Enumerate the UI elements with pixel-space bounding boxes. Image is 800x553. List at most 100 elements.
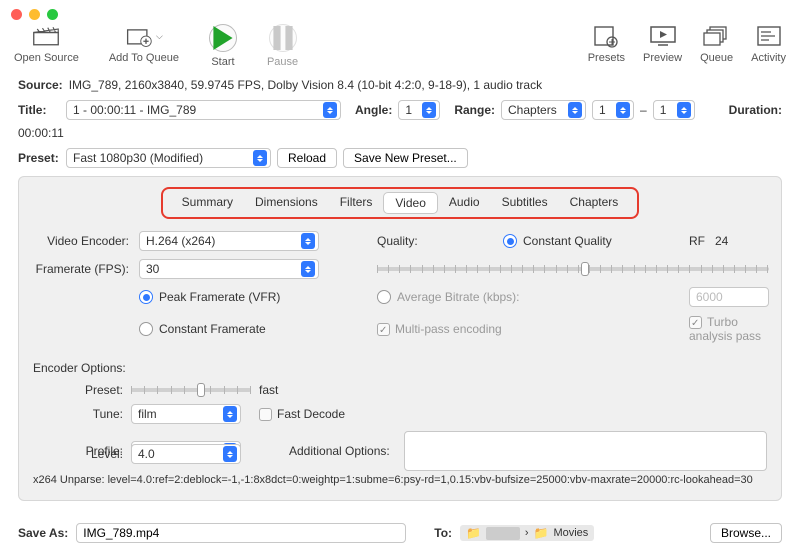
range-from-select[interactable]: 1	[592, 100, 634, 120]
constant-framerate-radio[interactable]: Constant Framerate	[139, 322, 319, 336]
save-as-input[interactable]	[76, 523, 406, 543]
path-folder-name: Movies	[553, 527, 588, 539]
enc-preset-label: Preset:	[33, 383, 123, 397]
slider-thumb[interactable]	[581, 262, 589, 276]
to-label: To:	[434, 526, 452, 540]
radio-on-icon	[139, 290, 153, 304]
radio-off-icon	[377, 290, 391, 304]
window-traffic-lights	[0, 0, 800, 20]
framerate-label: Framerate (FPS):	[33, 262, 133, 276]
start-label: Start	[211, 56, 234, 68]
preview-button[interactable]: Preview	[643, 24, 682, 64]
range-type-select[interactable]: Chapters	[501, 100, 586, 120]
source-label: Source:	[18, 78, 63, 92]
save-new-preset-button[interactable]: Save New Preset...	[343, 148, 468, 168]
play-icon	[209, 24, 237, 52]
updown-icon	[677, 102, 691, 118]
duration-label: Duration:	[729, 103, 782, 117]
presets-icon	[592, 24, 620, 48]
tab-filters[interactable]: Filters	[329, 192, 384, 214]
queue-button[interactable]: Queue	[700, 24, 733, 64]
check-icon	[689, 316, 702, 329]
level-label: Level:	[33, 447, 123, 461]
folder-icon: 📁	[533, 526, 548, 540]
stack-icon	[703, 24, 731, 48]
tune-label: Tune:	[33, 407, 123, 421]
pause-label: Pause	[267, 56, 298, 68]
updown-icon	[223, 406, 237, 422]
tab-audio[interactable]: Audio	[438, 192, 491, 214]
radio-on-icon	[503, 234, 517, 248]
x264-unparse-text: x264 Unparse: level=4.0:ref=2:deblock=-1…	[33, 474, 767, 486]
presets-button[interactable]: Presets	[588, 24, 625, 64]
activity-icon	[755, 24, 783, 48]
constant-quality-radio[interactable]: Constant Quality	[503, 234, 683, 248]
clapperboard-icon	[32, 24, 60, 48]
tab-video[interactable]: Video	[383, 192, 437, 214]
tune-select[interactable]: film	[131, 404, 241, 424]
pause-icon	[269, 24, 297, 52]
pause-button: Pause	[267, 24, 298, 68]
close-window[interactable]	[11, 9, 22, 20]
updown-icon	[323, 102, 337, 118]
settings-panel: Summary Dimensions Filters Video Audio S…	[18, 176, 782, 501]
turbo-checkbox: Turbo analysis pass	[689, 315, 769, 343]
video-encoder-select[interactable]: H.264 (x264)	[139, 231, 319, 251]
updown-icon	[568, 102, 582, 118]
open-source-button[interactable]: Open Source	[14, 24, 79, 68]
quality-label: Quality:	[377, 234, 497, 248]
title-select[interactable]: 1 - 00:00:11 - IMG_789	[66, 100, 341, 120]
queue-plus-icon	[125, 24, 153, 48]
destination-path[interactable]: 📁 ▇▇▇▇ › 📁 Movies	[460, 525, 594, 541]
minimize-window[interactable]	[29, 9, 40, 20]
multipass-checkbox: Multi-pass encoding	[377, 322, 683, 336]
source-text: IMG_789, 2160x3840, 59.9745 FPS, Dolby V…	[69, 78, 542, 92]
open-source-label: Open Source	[14, 52, 79, 64]
checkbox-icon	[259, 408, 272, 421]
save-as-label: Save As:	[18, 526, 68, 540]
radio-off-icon	[139, 322, 153, 336]
tab-subtitles[interactable]: Subtitles	[491, 192, 559, 214]
encoder-options-header: Encoder Options:	[33, 361, 767, 375]
updown-icon	[223, 446, 237, 462]
angle-label: Angle:	[355, 103, 392, 117]
average-bitrate-radio[interactable]: Average Bitrate (kbps):	[377, 290, 683, 304]
range-dash: –	[640, 103, 647, 117]
updown-icon	[616, 102, 630, 118]
activity-button[interactable]: Activity	[751, 24, 786, 64]
add-to-queue-button[interactable]: ⌵ Add To Queue	[109, 24, 179, 68]
updown-icon	[422, 102, 436, 118]
duration-value: 00:00:11	[18, 126, 64, 140]
rf-value: 24	[715, 234, 728, 248]
tab-chapters[interactable]: Chapters	[559, 192, 630, 214]
updown-icon	[301, 233, 315, 249]
zoom-window[interactable]	[47, 9, 58, 20]
add-to-queue-label: Add To Queue	[109, 52, 179, 64]
slider-thumb[interactable]	[197, 383, 205, 397]
start-button[interactable]: Start	[209, 24, 237, 68]
framerate-select[interactable]: 30	[139, 259, 319, 279]
video-encoder-label: Video Encoder:	[33, 234, 133, 248]
angle-select[interactable]: 1	[398, 100, 440, 120]
chevron-down-icon[interactable]: ⌵	[156, 31, 163, 42]
range-label: Range:	[454, 103, 495, 117]
monitor-play-icon	[649, 24, 677, 48]
preset-select[interactable]: Fast 1080p30 (Modified)	[66, 148, 271, 168]
peak-framerate-radio[interactable]: Peak Framerate (VFR)	[139, 290, 319, 304]
bitrate-input[interactable]	[689, 287, 769, 307]
reload-button[interactable]: Reload	[277, 148, 337, 168]
preset-label: Preset:	[18, 151, 60, 165]
enc-preset-slider[interactable]	[131, 383, 251, 397]
additional-options-label: Additional Options:	[289, 444, 390, 458]
tab-summary[interactable]: Summary	[171, 192, 244, 214]
additional-options-input[interactable]	[404, 431, 767, 471]
rf-slider[interactable]	[377, 262, 769, 276]
browse-button[interactable]: Browse...	[710, 523, 782, 543]
rf-label: RF	[689, 234, 705, 248]
updown-icon	[301, 261, 315, 277]
range-to-select[interactable]: 1	[653, 100, 695, 120]
tab-dimensions[interactable]: Dimensions	[244, 192, 329, 214]
level-select[interactable]: 4.0	[131, 444, 241, 464]
fast-decode-checkbox[interactable]: Fast Decode	[259, 407, 345, 421]
path-hidden: ▇▇▇▇	[486, 527, 520, 540]
